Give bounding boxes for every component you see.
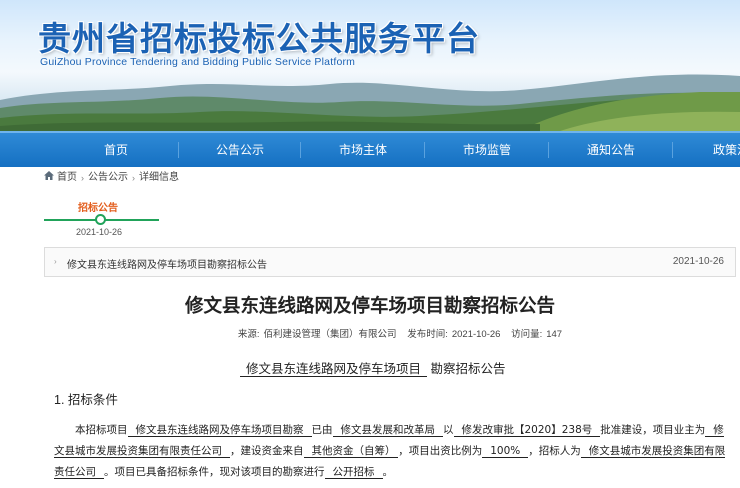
timeline-date: 2021-10-26 [76,227,123,237]
related-announcement-date: 2021-10-26 [672,256,724,267]
breadcrumb: 首页 › 公告公示 › 详细信息 [44,170,179,186]
chevron-right-icon: › [132,173,135,183]
funding-ratio-field: 100% [482,445,529,458]
visits-label: 访问量: [511,329,543,340]
para-text: 。项目已具备招标条件，现对该项目的勘察进行 [104,466,325,478]
source-value: 佰利建设管理（集团）有限公司 [263,329,397,340]
nav-divider [178,142,179,158]
para-text: 本招标项目 [75,424,128,436]
breadcrumb-home[interactable]: 首页 [57,170,77,186]
nav-divider [672,142,673,158]
para-text: ，建设资金来自 [230,445,304,457]
related-announcement-item[interactable]: › 修文县东连线路网及停车场项目勘察招标公告 2021-10-26 [44,247,736,277]
nav-item-market-supervision[interactable]: 市场监管 [427,133,547,167]
chevron-right-icon: › [81,173,84,183]
timeline-node[interactable] [95,214,106,225]
tender-method-field: 公开招标 [324,466,383,479]
site-banner: 贵州省招标投标公共服务平台 GuiZhou Province Tendering… [0,0,740,131]
site-title: 贵州省招标投标公共服务平台 [38,19,480,58]
article-subheading: 修文县东连线路网及停车场项目 勘察招标公告 [240,358,506,377]
breadcrumb-current: 详细信息 [139,172,179,183]
subheading-project-name: 修文县东连线路网及停车场项目 [240,362,428,377]
nav-divider [548,142,549,158]
article-title: 修文县东连线路网及停车场项目勘察招标公告 [184,296,555,317]
para-text: 以 [443,424,454,436]
nav-item-announcements[interactable]: 公告公示 [180,133,300,167]
nav-item-notices[interactable]: 通知公告 [551,133,671,167]
subheading-suffix: 勘察招标公告 [430,362,506,376]
chevron-right-icon: › [54,257,57,266]
home-icon[interactable] [44,170,54,186]
tender-conditions-paragraph: 本招标项目 修文县东连线路网及停车场项目勘察 已由 修文县发展和改革局以修发改审批【2… [54,420,726,483]
approval-number-field: 修发改审批【2020】238号 [453,424,601,437]
para-text: 。 [382,466,394,478]
site-subtitle: GuiZhou Province Tendering and Bidding P… [40,56,356,68]
source-label: 来源: [237,329,260,340]
timeline-stage-label: 招标公告 [78,203,118,214]
article-meta: 来源: 佰利建设管理（集团）有限公司 发布时间: 2021-10-26 访问量: 14… [0,326,740,340]
para-text: ，招标人为 [528,445,581,457]
visits-count: 147 [546,329,563,340]
nav-item-home[interactable]: 首页 [56,133,176,167]
nav-divider [300,142,301,158]
para-text: 批准建设，项目业主为 [600,424,706,436]
publish-time-label: 发布时间: [407,329,448,340]
para-text: ，项目出资比例为 [398,445,483,457]
project-name-field: 修文县东连线路网及停车场项目勘察 [127,424,312,437]
para-text: 已由 [311,424,333,436]
nav-item-market-entities[interactable]: 市场主体 [303,133,423,167]
main-nav: 首页 公告公示 市场主体 市场监管 通知公告 政策法 [0,131,740,167]
related-announcement-title[interactable]: 修文县东连线路网及停车场项目勘察招标公告 [67,256,267,271]
publish-time-value: 2021-10-26 [451,329,501,340]
funding-source-field: 其他资金（自筹） [303,445,399,458]
nav-item-policy[interactable]: 政策法 [675,133,740,167]
approval-authority-field: 修文县发展和改革局 [332,424,443,437]
breadcrumb-announcements[interactable]: 公告公示 [88,170,128,186]
nav-divider [424,142,425,158]
section-heading: 1. 招标条件 [54,393,118,407]
